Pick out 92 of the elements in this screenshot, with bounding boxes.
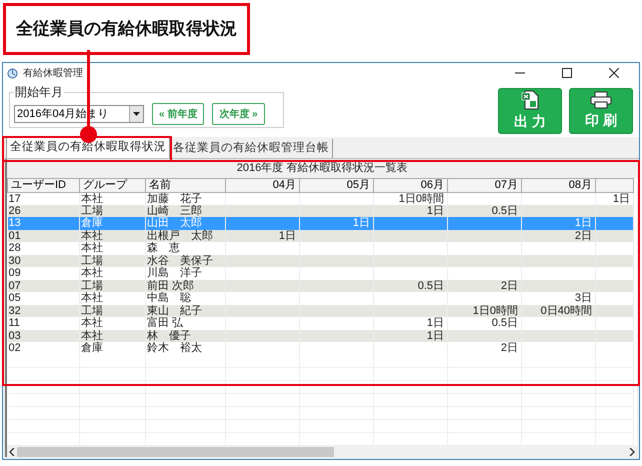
table-cell: 0.5日	[492, 317, 518, 330]
column-header[interactable]: 04月	[226, 178, 300, 192]
table-cell: 1日	[426, 330, 444, 342]
table-cell: 2日	[574, 230, 592, 242]
table-cell: 1日	[426, 204, 444, 217]
table-cell: 鈴木 裕太	[147, 342, 202, 354]
year-nav-button[interactable]: « 前年度	[152, 103, 204, 125]
table-cell: 本社	[81, 242, 103, 254]
table-row[interactable]: 07 工場 前田 次郎 0.5日 2日	[8, 280, 634, 292]
table-cell: 本社	[81, 292, 103, 304]
table-cell: 工場	[81, 254, 103, 267]
table-cell: 山田 太郎	[147, 217, 202, 230]
table-cell: 本社	[81, 192, 103, 205]
table-cell: 32	[8, 304, 21, 317]
table-cell: 17	[8, 192, 21, 205]
table-cell: 工場	[81, 280, 103, 292]
table-cell: 倉庫	[81, 342, 103, 354]
table-row[interactable]: 26 工場 山崎 三郎 1日 0.5日	[8, 204, 634, 218]
table-cell: 本社	[81, 230, 103, 242]
table-row[interactable]: 30 工場 水谷 美保子	[8, 254, 634, 268]
table-cell: 川島 洋子	[147, 267, 202, 280]
printer-icon	[590, 91, 612, 109]
column-header[interactable]: 07月	[448, 178, 522, 192]
table-cell: 13	[8, 217, 21, 230]
dropdown-caret-icon	[133, 112, 140, 116]
callout-label: 全従業員の有給休暇取得状況	[3, 3, 250, 54]
table-cell: 0.5日	[492, 204, 518, 217]
table-cell: 工場	[81, 304, 103, 317]
close-icon[interactable]	[609, 68, 619, 78]
table-cell: 0.5日	[418, 280, 444, 292]
table-cell: 工場	[81, 204, 103, 217]
table-cell: 07	[8, 280, 21, 292]
table-cell: 林 優子	[147, 330, 191, 342]
table-cell: 3日	[574, 292, 592, 304]
table-cell: 1日	[426, 317, 444, 330]
table-cell: 中島 聡	[147, 292, 191, 304]
table-cell: 1日	[574, 217, 592, 230]
period-legend: 開始年月	[14, 83, 64, 101]
table-cell: 05	[8, 292, 21, 304]
table-row[interactable]: 11 本社 富田 弘 1日 0.5日	[8, 317, 634, 330]
year-nav-button[interactable]: 次年度 »	[212, 103, 265, 125]
table-cell: 水谷 美保子	[147, 254, 213, 267]
table-cell: 本社	[81, 267, 103, 280]
app-icon	[7, 68, 18, 78]
table-cell: 1日0時間	[398, 192, 444, 205]
table-cell: 山崎 三郎	[147, 204, 202, 217]
scroll-left-icon[interactable]	[9, 448, 15, 456]
table-cell: 26	[8, 204, 21, 217]
column-header[interactable]: 06月	[374, 178, 448, 192]
scrollbar-thumb[interactable]	[17, 446, 334, 457]
table-row[interactable]: 05 本社 中島 聡 3日	[8, 292, 634, 305]
table-row[interactable]: 28 本社 森 恵	[8, 242, 634, 255]
scroll-right-icon[interactable]	[629, 448, 635, 456]
table-cell: 本社	[81, 317, 103, 330]
table-row[interactable]: 32 工場 東山 紀子 1日0時間 0日40時間	[8, 304, 634, 318]
table-cell: 1日0時間	[472, 304, 518, 317]
column-header[interactable]: グループ	[80, 178, 146, 192]
table-cell: 28	[8, 242, 21, 254]
table-row[interactable]: 02 倉庫 鈴木 裕太 2日	[8, 342, 634, 355]
table-row[interactable]: 03 本社 林 優子 1日	[8, 330, 634, 342]
table-cell: 2日	[500, 342, 518, 354]
table-cell: 倉庫	[81, 217, 103, 230]
column-header[interactable]: 05月	[300, 178, 374, 192]
column-header[interactable]: ユーザーID	[8, 178, 80, 192]
table-cell: 11	[8, 317, 20, 330]
table-cell: 0日40時間	[540, 304, 592, 317]
table-cell: 1日	[612, 192, 630, 205]
table-cell: 1日	[352, 217, 370, 230]
table-cell: 1日	[278, 230, 296, 242]
maximize-icon[interactable]	[562, 68, 572, 78]
table-cell: 01	[8, 230, 21, 242]
table-row[interactable]: 01 本社 出根戸 太郎 1日 2日	[8, 230, 634, 242]
window-title: 有給休暇管理	[23, 66, 83, 80]
table-row[interactable]: 17 本社 加藤 花子 1日0時間 1日	[8, 192, 634, 205]
table-cell: 森 恵	[147, 242, 180, 254]
table-cell: 2日	[500, 280, 518, 292]
column-header[interactable]: 08月	[522, 178, 596, 192]
tab[interactable]: 各従業員の有給休暇管理台帳	[170, 139, 333, 158]
table-cell: 前田 次郎	[147, 280, 194, 292]
table-cell: 09	[8, 267, 21, 280]
table-row[interactable]: 09 本社 川島 洋子	[8, 267, 634, 280]
table-cell: 富田 弘	[147, 317, 184, 330]
table-cell: 本社	[81, 330, 103, 342]
table-cell: 東山 紀子	[147, 304, 202, 317]
table-cell: 30	[8, 254, 21, 267]
table-cell: 03	[8, 330, 21, 342]
column-header[interactable]: 名前	[146, 178, 226, 192]
horizontal-scrollbar[interactable]	[7, 446, 637, 457]
table-cell: 出根戸 太郎	[147, 230, 213, 242]
table-cell: 加藤 花子	[147, 192, 202, 205]
table-cell: 02	[8, 342, 21, 354]
spreadsheet-file-icon	[521, 90, 539, 110]
